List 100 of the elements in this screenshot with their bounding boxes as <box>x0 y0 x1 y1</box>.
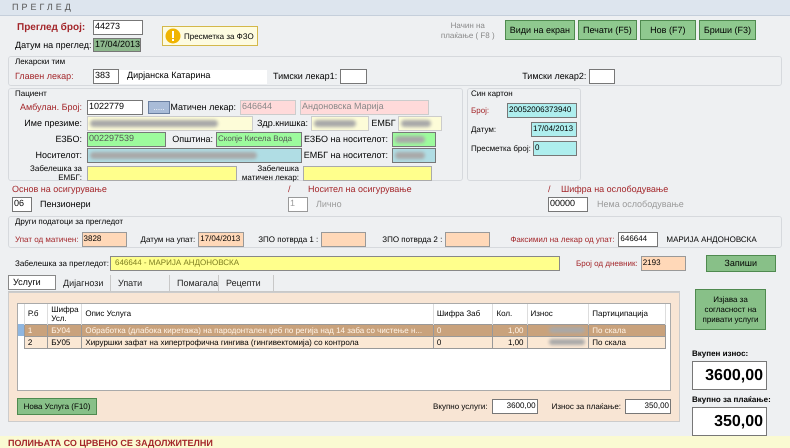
toolbar-button[interactable]: Печати (F5) <box>578 20 637 40</box>
field-label: Носител на осигурување <box>308 184 412 195</box>
toolbar-button[interactable]: Бриши (F3) <box>698 20 756 40</box>
input-field[interactable] <box>87 116 253 131</box>
table-cell: Обработка (длабока киретажа) на пародонтален џеб по регија над 14 заба со чистење н... <box>82 324 434 336</box>
input-field[interactable]: 20052006373940 <box>507 103 577 118</box>
tab[interactable]: Рецепти <box>222 275 274 291</box>
column-header: Износ <box>527 304 589 324</box>
input-field[interactable]: 3828 <box>82 232 127 247</box>
toolbar-button[interactable]: Нов (F7) <box>640 20 696 40</box>
field-label: Забелешка за ЕМБГ: <box>29 164 83 182</box>
input-field[interactable]: Скопје Кисела Вода <box>216 132 302 147</box>
separator-text: / <box>288 184 292 195</box>
input-field[interactable] <box>392 132 436 147</box>
insurance-basis-text: Пензионери <box>40 199 91 210</box>
field-label: Датум: <box>471 124 496 135</box>
tab[interactable]: Упати <box>114 275 170 291</box>
input-field[interactable]: 3600,00 <box>492 399 538 414</box>
tab[interactable]: Помагала <box>173 275 219 291</box>
input-field[interactable] <box>445 232 490 247</box>
total-to-pay-label: Вкупно за плаќање: <box>692 394 771 405</box>
table-cell: 1,00 <box>492 336 528 348</box>
table-cell: По скала <box>588 324 666 336</box>
group-title: Син картон <box>471 89 513 99</box>
column-header: Шифра Усл. <box>48 304 82 324</box>
group-title: Лекарски тим <box>15 57 66 67</box>
doctor-name: Дирјанска Катарина <box>119 70 267 84</box>
required-notice: ПОЛИЊАТА СО ЦРВЕНО СЕ ЗАДОЛЖИТЕЛНИ <box>8 438 213 448</box>
group-title: Други податоци за прегледот <box>15 217 124 227</box>
field-label: Забелешка матичен лекар: <box>240 164 300 182</box>
field-label: Износ за плаќање: <box>552 401 621 412</box>
input-field[interactable]: 17/04/2013 <box>531 122 577 137</box>
input-field[interactable] <box>303 166 432 180</box>
consent-button[interactable]: Изјава за согласност на привати услуги <box>695 289 766 330</box>
column-header: Партиципација <box>588 304 666 324</box>
field-label: Носителот: <box>34 150 83 161</box>
field-label: ЕМБГ <box>370 118 397 129</box>
chief-doctor-label: Главен лекар: <box>15 71 75 82</box>
input-field[interactable] <box>340 69 368 84</box>
total-amount: 3600,00 <box>692 361 767 390</box>
input-field[interactable]: 2193 <box>640 256 686 270</box>
tab[interactable]: Услуги <box>8 275 56 290</box>
field-label: Име презиме: <box>23 118 83 129</box>
field-label: ЗПО потврда 2 : <box>382 234 442 245</box>
input-field[interactable]: 44273 <box>93 20 143 35</box>
input-field[interactable]: 646644 <box>618 232 658 247</box>
input-field[interactable] <box>311 116 369 131</box>
tab[interactable]: Дијагнози <box>59 275 111 291</box>
group-title: Пациент <box>15 89 47 99</box>
field-label: Факсимил на лекар од упат: <box>510 234 614 245</box>
table-cell: 0 <box>433 336 493 348</box>
input-field[interactable] <box>87 148 302 163</box>
toolbar-button[interactable]: Види на екран <box>504 20 575 40</box>
field-label: Амбулан. Број: <box>19 102 83 113</box>
table-cell: 0 <box>433 324 493 336</box>
separator-text: / <box>548 184 552 195</box>
field-label: Број: <box>471 105 490 116</box>
input-field[interactable]: 002297539 <box>87 132 166 147</box>
input-field[interactable]: 383 <box>93 69 119 84</box>
field-label: Вкупно услуги: <box>433 401 488 412</box>
field-label: Упат од матичен: <box>15 234 79 245</box>
input-field[interactable] <box>87 166 237 180</box>
input-field[interactable] <box>321 232 366 247</box>
input-field[interactable]: 1022779 <box>87 100 143 115</box>
field-label: Датум на упат: <box>140 234 196 245</box>
field-label: Пресметка број: <box>471 143 531 154</box>
input-field[interactable]: 646644 - МАРИЈА АНДОНОВСКА <box>110 256 560 270</box>
exam-number-label: Преглед број: <box>16 22 86 33</box>
table-row[interactable]: 2 БУ05 Хируршки зафат на хипертрофична гингива (гингивектомија) со контрола 0 1,00 По скала <box>18 336 666 348</box>
new-service-button[interactable]: Нова Услуга (F10) <box>17 398 97 415</box>
warning-icon <box>165 28 181 44</box>
field-label: Основ на осигурување <box>12 184 107 195</box>
column-header: Кол. <box>492 304 528 324</box>
total-to-pay-amount: 350,00 <box>692 407 767 436</box>
input-field[interactable] <box>398 116 442 131</box>
input-field[interactable]: 350,00 <box>625 399 671 414</box>
total-label: Вкупен износ: <box>692 348 748 359</box>
field-label: Забелешка за прегледот: <box>15 258 110 268</box>
column-header: Р.б <box>24 304 48 324</box>
table-cell: БУ04 <box>48 324 82 336</box>
input-field[interactable]: 06 <box>12 197 32 212</box>
field-label: Општина: <box>171 134 214 145</box>
team-doctor-label: Тимски лекар2: <box>522 71 586 82</box>
table-cell: По скала <box>588 336 666 348</box>
payment-method-label: Начин на плаќање ( F8 ) <box>440 21 496 41</box>
field-label: ЕМБГ на носителот: <box>302 150 389 161</box>
input-field[interactable] <box>589 69 616 84</box>
table-cell: 2 <box>24 336 48 348</box>
table-cell: БУ05 <box>48 336 82 348</box>
input-field[interactable] <box>392 148 436 163</box>
save-button[interactable]: Запиши <box>706 254 776 272</box>
input-field[interactable]: 0 <box>533 141 577 156</box>
field-label: ЕЗБО на носителот: <box>302 134 389 145</box>
field-label: Шифра на ослободување <box>561 184 668 195</box>
table-cell: 1,00 <box>492 324 528 336</box>
input-field[interactable]: 17/04/2013 <box>198 232 244 247</box>
table-cell: Хируршки зафат на хипертрофична гингива (гингивектомија) со контрола <box>82 336 434 348</box>
input-field[interactable]: 17/04/2013 <box>93 38 141 52</box>
fzo-button[interactable]: Пресметка за ФЗО <box>162 26 258 46</box>
field-label: ЗПО потврда 1 : <box>258 234 318 245</box>
